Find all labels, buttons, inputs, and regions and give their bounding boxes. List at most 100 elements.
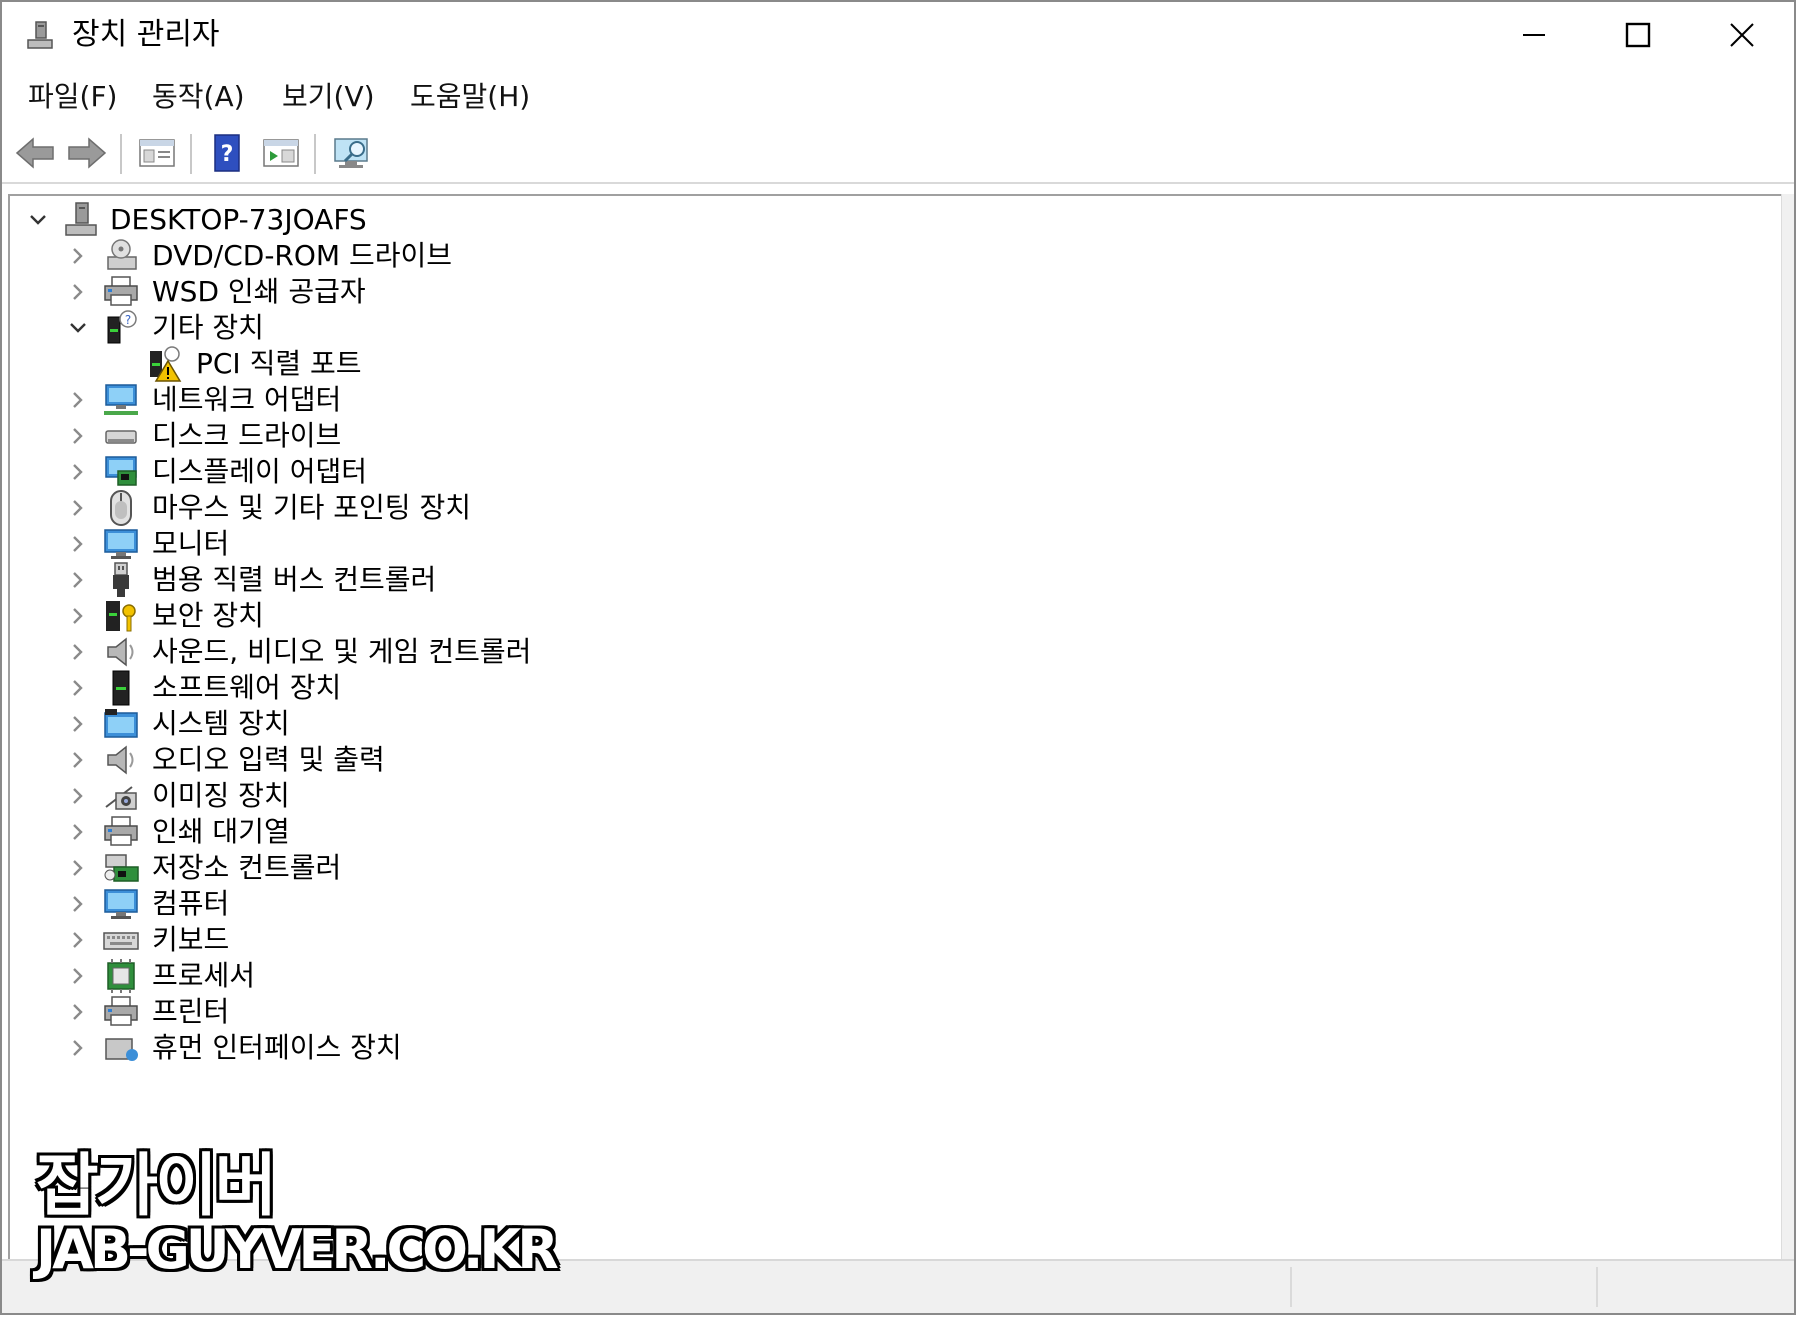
chevron-right-icon[interactable] <box>66 280 90 304</box>
chevron-right-icon[interactable] <box>66 748 90 772</box>
menu-view[interactable]: 보기(V) <box>282 78 375 116</box>
device-label: 소프트웨어 장치 <box>152 671 342 704</box>
chevron-right-icon[interactable] <box>66 424 90 448</box>
warning-device-icon <box>146 345 184 383</box>
tree-category-row[interactable]: 디스플레이 어댑터 <box>10 452 1782 492</box>
device-label: 저장소 컨트롤러 <box>152 851 342 884</box>
watermark-url: JAB-GUYVER.CO.KR <box>36 1218 559 1281</box>
chevron-right-icon[interactable] <box>66 712 90 736</box>
device-label: 인쇄 대기열 <box>152 815 290 848</box>
tree-category-row[interactable]: 저장소 컨트롤러 <box>10 848 1782 888</box>
close-button[interactable] <box>1690 2 1794 68</box>
back-arrow-icon <box>15 137 54 169</box>
tree-category-row[interactable]: 시스템 장치 <box>10 704 1782 744</box>
tree-category-row[interactable]: 보안 장치 <box>10 596 1782 636</box>
device-label: 기타 장치 <box>152 311 264 344</box>
tree-category-row[interactable]: ? 기타 장치 <box>10 308 1782 348</box>
printer-icon <box>102 273 140 311</box>
device-tree[interactable]: DESKTOP-73JOAFS DVD/CD-ROM 드라이브 WSD 인쇄 공급… <box>8 194 1782 1261</box>
tree-category-row[interactable]: 소프트웨어 장치 <box>10 668 1782 708</box>
maximize-button[interactable] <box>1586 2 1690 68</box>
menu-file[interactable]: 파일(F) <box>28 78 117 116</box>
chevron-down-icon[interactable] <box>66 316 90 340</box>
system-folder-icon <box>102 705 140 743</box>
tree-category-row[interactable]: 사운드, 비디오 및 게임 컨트롤러 <box>10 632 1782 672</box>
properties-button[interactable] <box>136 134 178 172</box>
scan-hardware-icon <box>334 138 368 168</box>
chevron-right-icon[interactable] <box>66 460 90 484</box>
device-label: 마우스 및 기타 포인팅 장치 <box>152 491 471 524</box>
mouse-icon <box>102 489 140 527</box>
chevron-right-icon[interactable] <box>66 1036 90 1060</box>
monitor-icon <box>102 885 140 923</box>
vertical-scrollbar[interactable] <box>1781 194 1794 1261</box>
speaker-icon <box>102 633 140 671</box>
forward-button[interactable] <box>66 134 108 172</box>
tree-category-row[interactable]: 인쇄 대기열 <box>10 812 1782 852</box>
tree-category-row[interactable]: 디스크 드라이브 <box>10 416 1782 456</box>
chevron-right-icon[interactable] <box>66 568 90 592</box>
device-label: 휴먼 인터페이스 장치 <box>152 1031 402 1064</box>
chevron-right-icon[interactable] <box>66 856 90 880</box>
usb-icon <box>102 561 140 599</box>
chevron-right-icon[interactable] <box>66 820 90 844</box>
menu-action[interactable]: 동작(A) <box>152 78 245 116</box>
device-label: 프로세서 <box>152 959 256 992</box>
software-device-icon <box>102 669 140 707</box>
printer-icon <box>102 993 140 1031</box>
device-label: 디스플레이 어댑터 <box>152 455 367 488</box>
toolbar-separator <box>314 134 316 174</box>
chevron-right-icon[interactable] <box>66 964 90 988</box>
tree-category-row[interactable]: DVD/CD-ROM 드라이브 <box>10 236 1782 276</box>
status-divider <box>1290 1267 1292 1307</box>
device-label: 모니터 <box>152 527 230 560</box>
tree-category-row[interactable]: 프린터 <box>10 992 1782 1032</box>
chevron-right-icon[interactable] <box>66 388 90 412</box>
tree-category-row[interactable]: 프로세서 <box>10 956 1782 996</box>
chevron-right-icon[interactable] <box>66 1000 90 1024</box>
title-bar: 장치 관리자 <box>2 2 1794 68</box>
chevron-right-icon[interactable] <box>66 928 90 952</box>
tree-child-row[interactable]: PCI 직렬 포트 <box>10 344 1782 384</box>
update-driver-button[interactable] <box>260 134 302 172</box>
tree-category-row[interactable]: 네트워크 어댑터 <box>10 380 1782 420</box>
menu-help[interactable]: 도움말(H) <box>410 78 530 116</box>
tree-category-row[interactable]: 휴먼 인터페이스 장치 <box>10 1028 1782 1068</box>
device-label: 보안 장치 <box>152 599 264 632</box>
dvd-drive-icon <box>102 237 140 275</box>
device-label: 키보드 <box>152 923 230 956</box>
device-manager-window: 장치 관리자 파일(F) 동작(A) 보기(V) 도움말(H) ? DESKTO… <box>0 0 1796 1315</box>
chevron-right-icon[interactable] <box>66 784 90 808</box>
chevron-right-icon[interactable] <box>66 892 90 916</box>
tree-category-row[interactable]: 이미징 장치 <box>10 776 1782 816</box>
tree-category-row[interactable]: WSD 인쇄 공급자 <box>10 272 1782 312</box>
chevron-down-icon[interactable] <box>26 208 50 232</box>
computer-icon <box>62 201 100 239</box>
tree-root-row[interactable]: DESKTOP-73JOAFS <box>10 200 1782 240</box>
chevron-right-icon[interactable] <box>66 640 90 664</box>
tree-category-row[interactable]: 컴퓨터 <box>10 884 1782 924</box>
minimize-button[interactable] <box>1482 2 1586 68</box>
device-label: 이미징 장치 <box>152 779 290 812</box>
tree-category-row[interactable]: 오디오 입력 및 출력 <box>10 740 1782 780</box>
device-label: WSD 인쇄 공급자 <box>152 275 366 308</box>
back-button[interactable] <box>14 134 56 172</box>
scan-hardware-button[interactable] <box>332 134 374 172</box>
help-icon: ? <box>214 134 240 172</box>
help-button[interactable]: ? <box>206 134 248 172</box>
chevron-right-icon[interactable] <box>66 532 90 556</box>
chevron-right-icon[interactable] <box>66 604 90 628</box>
speaker-icon <box>102 741 140 779</box>
tree-category-row[interactable]: 모니터 <box>10 524 1782 564</box>
camera-icon <box>102 777 140 815</box>
chevron-right-icon[interactable] <box>66 496 90 520</box>
device-label: 사운드, 비디오 및 게임 컨트롤러 <box>152 635 532 668</box>
chevron-right-icon[interactable] <box>66 244 90 268</box>
chevron-right-icon[interactable] <box>66 676 90 700</box>
tree-category-row[interactable]: 키보드 <box>10 920 1782 960</box>
tree-category-row[interactable]: 마우스 및 기타 포인팅 장치 <box>10 488 1782 528</box>
network-adapter-icon <box>102 381 140 419</box>
printer-icon <box>102 813 140 851</box>
tree-category-row[interactable]: 범용 직렬 버스 컨트롤러 <box>10 560 1782 600</box>
device-label: 디스크 드라이브 <box>152 419 342 452</box>
